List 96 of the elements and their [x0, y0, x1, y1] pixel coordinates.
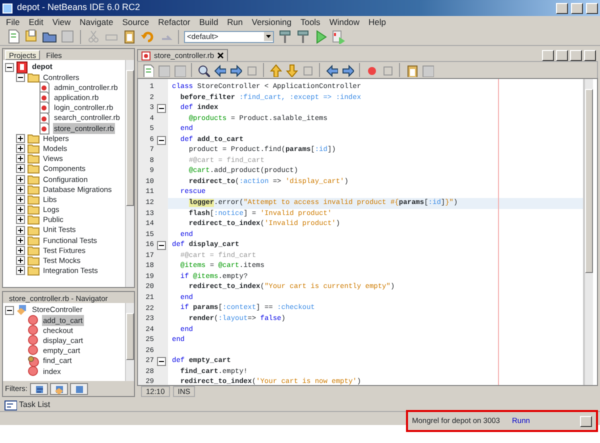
- folder-icon: [27, 132, 40, 145]
- close-button[interactable]: [580, 416, 592, 426]
- expand-toggle-icon[interactable]: [5, 306, 14, 315]
- fold-toggle-icon[interactable]: [157, 356, 166, 366]
- folder-icon: [27, 254, 40, 268]
- method-icon: [27, 334, 40, 348]
- folder-icon: [27, 203, 40, 216]
- filter-icon: [54, 384, 64, 394]
- method-icon: [27, 314, 40, 327]
- expand-toggle-icon[interactable]: [16, 154, 25, 164]
- shift-right-icon[interactable]: [341, 64, 354, 76]
- menu-item[interactable]: Tools: [300, 16, 320, 28]
- paste-icon[interactable]: [122, 29, 137, 44]
- folder-icon: [27, 162, 40, 176]
- next-bookmark-icon[interactable]: [285, 64, 298, 76]
- menu-item[interactable]: Run: [227, 16, 243, 28]
- folder-icon: [27, 213, 40, 226]
- find-previous-icon[interactable]: [213, 64, 226, 76]
- ruby-file-icon: [38, 112, 51, 125]
- expand-toggle-icon[interactable]: [16, 174, 25, 184]
- task-list-button[interactable]: Task List: [4, 398, 50, 412]
- expand-toggle-icon[interactable]: [16, 215, 25, 224]
- find-next-icon[interactable]: [229, 64, 242, 76]
- scrollbar[interactable]: [125, 303, 134, 381]
- scroll-right-button[interactable]: [556, 50, 568, 61]
- menu-item[interactable]: Versioning: [252, 16, 292, 28]
- menu-item[interactable]: Edit: [28, 16, 44, 28]
- expand-toggle-icon[interactable]: [16, 226, 25, 235]
- menu-item[interactable]: Source: [122, 16, 150, 28]
- scrollbar[interactable]: [125, 60, 134, 287]
- expand-toggle-icon[interactable]: [16, 205, 25, 214]
- folder-icon: [27, 172, 40, 186]
- filter-icon: [74, 384, 84, 394]
- expand-toggle-icon[interactable]: [16, 236, 25, 245]
- tab-list-button[interactable]: [570, 50, 582, 61]
- hammer-icon[interactable]: [295, 29, 310, 44]
- expand-toggle-icon[interactable]: [16, 144, 25, 154]
- private-method-icon: [27, 354, 40, 368]
- folder-icon: [27, 224, 40, 237]
- folder-icon: [27, 234, 40, 247]
- shift-left-icon[interactable]: [325, 64, 338, 76]
- task-list-icon: [4, 398, 17, 412]
- expand-toggle-icon[interactable]: [16, 164, 25, 174]
- method-icon: [27, 344, 40, 358]
- expand-toggle-icon[interactable]: [16, 256, 25, 266]
- window-title: depot - NetBeans IDE 6.0 RC2: [17, 1, 142, 14]
- expand-toggle-icon[interactable]: [16, 72, 25, 82]
- menu-item[interactable]: Window: [329, 16, 360, 28]
- method-icon: [27, 324, 40, 337]
- maximize-button[interactable]: [571, 2, 583, 14]
- menu-item[interactable]: View: [52, 16, 71, 28]
- maximize-button[interactable]: [584, 50, 596, 61]
- menu-item[interactable]: File: [6, 16, 20, 28]
- expand-toggle-icon[interactable]: [16, 134, 25, 143]
- folder-icon: [27, 182, 40, 196]
- ruby-file-icon: [38, 91, 51, 104]
- folder-icon: [27, 152, 40, 166]
- hammer-icon[interactable]: [277, 29, 292, 44]
- menu-item[interactable]: Build: [199, 16, 218, 28]
- fold-toggle-icon[interactable]: [157, 104, 166, 113]
- class-icon: [16, 304, 29, 317]
- fold-toggle-icon[interactable]: [157, 136, 166, 144]
- expand-toggle-icon[interactable]: [16, 184, 25, 194]
- app-icon: [2, 2, 14, 14]
- folder-icon: [27, 70, 40, 84]
- folder-icon: [27, 193, 40, 206]
- expand-toggle-icon[interactable]: [16, 266, 25, 276]
- scroll-left-button[interactable]: [542, 50, 554, 61]
- ruby-file-icon: [141, 50, 151, 60]
- expand-toggle-icon[interactable]: [16, 246, 25, 255]
- filter-icon: [34, 384, 44, 394]
- folder-icon: [27, 264, 40, 278]
- menu-item[interactable]: Navigate: [80, 16, 114, 28]
- ruby-file-icon: [38, 80, 51, 94]
- new-project-icon[interactable]: [24, 29, 39, 44]
- debug-icon[interactable]: [331, 29, 346, 44]
- minimize-button[interactable]: [556, 2, 568, 14]
- menu-item[interactable]: Refactor: [158, 16, 190, 28]
- scrollbar[interactable]: [584, 79, 593, 385]
- expand-toggle-icon[interactable]: [16, 195, 25, 204]
- close-button[interactable]: [586, 2, 598, 14]
- fold-toggle-icon[interactable]: [157, 240, 166, 250]
- folder-icon: [27, 244, 40, 257]
- filter-button[interactable]: [30, 382, 48, 394]
- previous-bookmark-icon[interactable]: [269, 64, 282, 76]
- ruby-file-icon: [38, 122, 51, 135]
- dropdown-arrow-icon: [264, 32, 273, 41]
- project-icon: [16, 60, 29, 74]
- menu-item[interactable]: Help: [368, 16, 386, 28]
- folder-icon: [27, 142, 40, 156]
- expand-toggle-icon[interactable]: [5, 62, 14, 72]
- new-file-icon[interactable]: [6, 29, 21, 44]
- method-icon: [27, 364, 40, 378]
- close-icon[interactable]: [217, 52, 224, 59]
- ruby-file-icon: [38, 101, 51, 114]
- search-icon[interactable]: [197, 64, 210, 76]
